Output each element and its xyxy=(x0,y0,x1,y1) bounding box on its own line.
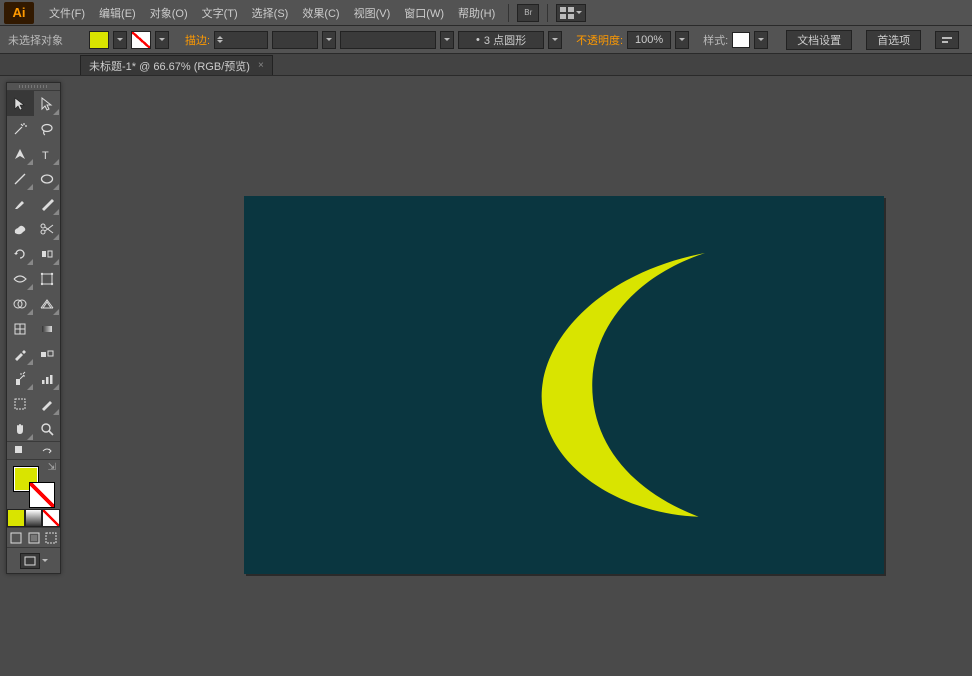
close-icon[interactable]: × xyxy=(258,60,264,71)
blend-tool[interactable] xyxy=(34,341,61,366)
draw-behind[interactable] xyxy=(25,528,43,547)
screen-mode[interactable] xyxy=(7,547,60,573)
stroke-swatch[interactable] xyxy=(131,31,151,49)
menu-file[interactable]: 文件(F) xyxy=(42,1,92,25)
stroke-profile-drop[interactable] xyxy=(322,31,336,49)
svg-text:T: T xyxy=(42,150,49,162)
menu-help[interactable]: 帮助(H) xyxy=(451,1,502,25)
magic-wand-tool[interactable] xyxy=(7,116,34,141)
color-mode-gradient[interactable] xyxy=(25,509,43,527)
scissors-tool[interactable] xyxy=(34,216,61,241)
selection-tool[interactable] xyxy=(7,91,34,116)
swap-fill-stroke[interactable] xyxy=(34,442,61,459)
stroke-dropdown[interactable] xyxy=(155,31,169,49)
brush-def-drop[interactable] xyxy=(440,31,454,49)
style-label: 样式: xyxy=(703,32,728,48)
mesh-tool[interactable] xyxy=(7,316,34,341)
menu-bar: Ai 文件(F) 编辑(E) 对象(O) 文字(T) 选择(S) 效果(C) 视… xyxy=(0,0,972,26)
symbol-sprayer-tool[interactable] xyxy=(7,366,34,391)
bridge-icon: Br xyxy=(524,8,532,17)
toggle-fill-stroke[interactable] xyxy=(7,442,34,459)
draw-normal[interactable] xyxy=(7,528,25,547)
ellipse-tool[interactable] xyxy=(34,166,61,191)
selection-status: 未选择对象 xyxy=(8,32,63,48)
shape-builder-tool[interactable] xyxy=(7,291,34,316)
bridge-button[interactable]: Br xyxy=(517,4,539,22)
default-colors[interactable]: ⇲ xyxy=(48,462,56,473)
width-profile-drop[interactable] xyxy=(548,31,562,49)
stroke-profile[interactable] xyxy=(272,31,318,49)
grid-icon xyxy=(560,7,574,19)
reflect-tool[interactable] xyxy=(34,241,61,266)
crescent-shape[interactable] xyxy=(513,245,769,525)
color-mode-none[interactable] xyxy=(42,509,60,527)
canvas-area[interactable] xyxy=(80,80,968,672)
app-logo: Ai xyxy=(4,2,34,24)
lasso-tool[interactable] xyxy=(34,116,61,141)
artboard[interactable] xyxy=(244,196,884,574)
blob-brush-tool[interactable] xyxy=(7,216,34,241)
workspace: T xyxy=(0,76,972,676)
preferences-button[interactable]: 首选项 xyxy=(866,30,921,50)
eyedropper-tool[interactable] xyxy=(7,341,34,366)
document-tab-bar: 未标题-1* @ 66.67% (RGB/预览) × xyxy=(0,54,972,76)
fill-swatch[interactable] xyxy=(89,31,109,49)
align-icon xyxy=(941,34,953,46)
zoom-tool[interactable] xyxy=(34,416,61,441)
pencil-tool[interactable] xyxy=(34,191,61,216)
direct-selection-tool[interactable] xyxy=(34,91,61,116)
separator xyxy=(547,4,548,22)
menu-object[interactable]: 对象(O) xyxy=(143,1,195,25)
menu-edit[interactable]: 编辑(E) xyxy=(92,1,143,25)
stroke-label: 描边: xyxy=(185,32,210,48)
width-tool[interactable] xyxy=(7,266,34,291)
pen-tool[interactable] xyxy=(7,141,34,166)
arrange-docs-button[interactable] xyxy=(556,4,586,22)
menu-effect[interactable]: 效果(C) xyxy=(295,1,346,25)
document-tab[interactable]: 未标题-1* @ 66.67% (RGB/预览) × xyxy=(80,55,273,75)
screen-icon xyxy=(24,556,36,566)
column-graph-tool[interactable] xyxy=(34,366,61,391)
stroke-width-input[interactable] xyxy=(214,31,268,49)
style-swatch[interactable] xyxy=(732,32,750,48)
paintbrush-tool[interactable] xyxy=(7,191,34,216)
brush-def[interactable] xyxy=(340,31,436,49)
opacity-input[interactable]: 100% xyxy=(627,31,671,49)
width-profile-text: 3 点圆形 xyxy=(484,32,526,48)
artboard-tool[interactable] xyxy=(7,391,34,416)
menu-type[interactable]: 文字(T) xyxy=(195,1,245,25)
hand-tool[interactable] xyxy=(7,416,34,441)
free-transform-tool[interactable] xyxy=(34,266,61,291)
perspective-grid-tool[interactable] xyxy=(34,291,61,316)
color-mode-solid[interactable] xyxy=(7,509,25,527)
opacity-label: 不透明度: xyxy=(576,32,623,48)
type-tool[interactable]: T xyxy=(34,141,61,166)
panel-grip[interactable] xyxy=(7,83,60,91)
control-bar: 未选择对象 描边: •3 点圆形 不透明度: 100% 样式: 文档设置 首选项 xyxy=(0,26,972,54)
opacity-drop[interactable] xyxy=(675,31,689,49)
width-profile[interactable]: •3 点圆形 xyxy=(458,31,544,49)
gradient-tool[interactable] xyxy=(34,316,61,341)
rotate-tool[interactable] xyxy=(7,241,34,266)
style-drop[interactable] xyxy=(754,31,768,49)
opacity-value: 100% xyxy=(635,34,663,46)
menu-select[interactable]: 选择(S) xyxy=(245,1,296,25)
line-tool[interactable] xyxy=(7,166,34,191)
draw-inside[interactable] xyxy=(42,528,60,547)
separator xyxy=(508,4,509,22)
tool-grid: T xyxy=(7,91,60,441)
slice-tool[interactable] xyxy=(34,391,61,416)
stroke-color[interactable] xyxy=(29,482,55,508)
document-setup-button[interactable]: 文档设置 xyxy=(786,30,852,50)
draw-modes xyxy=(7,527,60,547)
tools-panel[interactable]: T xyxy=(6,82,61,574)
color-selector: ⇲ xyxy=(7,459,60,509)
align-to-button[interactable] xyxy=(935,31,959,49)
tab-title: 未标题-1* @ 66.67% (RGB/预览) xyxy=(89,58,250,74)
menu-window[interactable]: 窗口(W) xyxy=(397,1,451,25)
menu-view[interactable]: 视图(V) xyxy=(347,1,398,25)
color-mode-row xyxy=(7,509,60,527)
fill-dropdown[interactable] xyxy=(113,31,127,49)
